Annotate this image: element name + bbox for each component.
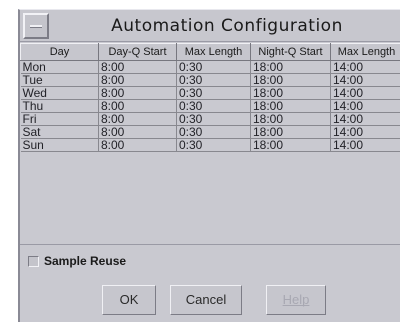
- cell-day-max-length[interactable]: 0:30: [176, 112, 251, 126]
- window-title: Automation Configuration: [111, 16, 343, 36]
- cell-day[interactable]: Mon: [20, 60, 99, 74]
- ok-button[interactable]: OK: [102, 285, 156, 315]
- schedule-table: Day Day-Q Start Max Length Night-Q Start…: [20, 43, 400, 152]
- cancel-button[interactable]: Cancel: [170, 285, 242, 315]
- cell-day-q-start[interactable]: 8:00: [98, 112, 177, 126]
- cell-night-q-start[interactable]: 18:00: [250, 125, 331, 139]
- cell-day-q-start[interactable]: 8:00: [98, 125, 177, 139]
- cell-night-q-start[interactable]: 18:00: [250, 112, 331, 126]
- cell-day-max-length[interactable]: 0:30: [176, 138, 251, 152]
- table-row[interactable]: Thu 8:00 0:30 18:00 14:00: [20, 99, 400, 113]
- cell-day-max-length[interactable]: 0:30: [176, 125, 251, 139]
- table-row[interactable]: Sat 8:00 0:30 18:00 14:00: [20, 125, 400, 139]
- cell-day-q-start[interactable]: 8:00: [98, 73, 177, 87]
- cell-night-max-length[interactable]: 14:00: [330, 86, 400, 100]
- schedule-table-area: Day Day-Q Start Max Length Night-Q Start…: [20, 43, 400, 245]
- cell-night-q-start[interactable]: 18:00: [250, 73, 331, 87]
- cell-night-max-length[interactable]: 14:00: [330, 125, 400, 139]
- cell-day[interactable]: Sun: [20, 138, 99, 152]
- column-header-day-q-start[interactable]: Day-Q Start: [98, 43, 177, 61]
- cell-day[interactable]: Tue: [20, 73, 99, 87]
- cell-day-max-length[interactable]: 0:30: [176, 86, 251, 100]
- table-header-row: Day Day-Q Start Max Length Night-Q Start…: [20, 43, 400, 61]
- sample-reuse-option[interactable]: Sample Reuse: [28, 253, 126, 269]
- sample-reuse-checkbox[interactable]: [28, 255, 39, 267]
- table-row[interactable]: Sun 8:00 0:30 18:00 14:00: [20, 138, 400, 152]
- cell-day-max-length[interactable]: 0:30: [176, 73, 251, 87]
- cell-night-q-start[interactable]: 18:00: [250, 138, 331, 152]
- cell-day[interactable]: Sat: [20, 125, 99, 139]
- table-row[interactable]: Tue 8:00 0:30 18:00 14:00: [20, 73, 400, 87]
- cell-night-q-start[interactable]: 18:00: [250, 99, 331, 113]
- table-row[interactable]: Wed 8:00 0:30 18:00 14:00: [20, 86, 400, 100]
- cell-day-q-start[interactable]: 8:00: [98, 99, 177, 113]
- cell-day[interactable]: Thu: [20, 99, 99, 113]
- help-button[interactable]: Help: [266, 285, 326, 315]
- column-header-night-q-start[interactable]: Night-Q Start: [250, 43, 331, 61]
- cell-day[interactable]: Fri: [20, 112, 99, 126]
- table-row[interactable]: Mon 8:00 0:30 18:00 14:00: [20, 60, 400, 74]
- cell-night-max-length[interactable]: 14:00: [330, 99, 400, 113]
- cell-night-max-length[interactable]: 14:00: [330, 73, 400, 87]
- cell-night-max-length[interactable]: 14:00: [330, 138, 400, 152]
- column-header-day-max-length[interactable]: Max Length: [176, 43, 251, 61]
- cell-night-q-start[interactable]: 18:00: [250, 60, 331, 74]
- window-menu-icon: [30, 25, 42, 28]
- sample-reuse-label[interactable]: Sample Reuse: [44, 254, 126, 268]
- cell-day-q-start[interactable]: 8:00: [98, 138, 177, 152]
- cell-day-max-length[interactable]: 0:30: [176, 60, 251, 74]
- cell-night-max-length[interactable]: 14:00: [330, 60, 400, 74]
- cell-day-q-start[interactable]: 8:00: [98, 86, 177, 100]
- cell-day-q-start[interactable]: 8:00: [98, 60, 177, 74]
- column-header-night-max-length[interactable]: Max Length: [330, 43, 400, 61]
- cell-day-max-length[interactable]: 0:30: [176, 99, 251, 113]
- cell-night-q-start[interactable]: 18:00: [250, 86, 331, 100]
- automation-config-window: Automation Configuration Day Day-Q Start…: [18, 9, 400, 322]
- title-bar[interactable]: Automation Configuration: [20, 10, 400, 42]
- window-menu-button[interactable]: [23, 13, 49, 39]
- cell-night-max-length[interactable]: 14:00: [330, 112, 400, 126]
- column-header-day[interactable]: Day: [20, 43, 99, 61]
- table-row[interactable]: Fri 8:00 0:30 18:00 14:00: [20, 112, 400, 126]
- cell-day[interactable]: Wed: [20, 86, 99, 100]
